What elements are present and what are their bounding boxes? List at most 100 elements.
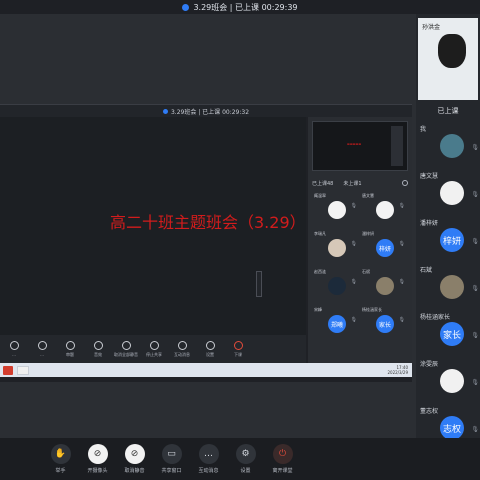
inner-pin-icon [37,341,47,350]
taskbar-clock: 17:40 2022/3/29 [387,365,408,375]
inner-participant[interactable]: 唐文慧 🎙 [360,191,408,229]
inner-participant[interactable]: 石斌 🎙 [360,267,408,305]
inner-hand-icon [9,341,19,350]
inner-gear-icon [205,340,215,350]
meeting-title: 3.29班会 | 已上课 00:29:39 [193,2,298,12]
inner-tool-4[interactable]: 取消全部静音 [112,335,140,363]
self-name: 孙洪金 [422,24,441,31]
mini-slide-title: ▬▬▬▬▬ [347,142,362,146]
participant-name: 杨桂涵家长 [420,314,451,321]
gear-icon: ⚙ [235,444,256,464]
mic-icon: 🎙 [471,238,479,245]
inner-tool-7[interactable]: 设置 [196,335,224,363]
participant-name: 潘梓妍 [362,231,374,236]
taskbar-app-icon[interactable] [3,365,13,375]
avatar: 梓妍 [440,228,464,252]
sidebar-participant[interactable]: 石斌 🎙 [416,263,480,310]
participant-name: 董志权 [420,408,439,415]
avatar [328,277,346,295]
inner-participant[interactable]: 宋峰郑曦 🎙 [312,305,360,343]
toolbar-label: 离开课堂 [272,468,293,474]
inner-participant[interactable]: 李瑞凡 🎙 [312,229,360,267]
inner-tool-label: 取消全部静音 [114,351,138,357]
inner-tool-8[interactable]: 下课 [224,335,252,363]
inner-tool-5[interactable]: 停止共享 [140,335,168,363]
power-icon: ⏻ [272,444,293,464]
inner-tool-label: 音效 [94,351,102,357]
inner-participant[interactable]: 杨桂涵家长 家长 🎙 [360,305,408,343]
participant-name: 臧温翠 [314,193,326,198]
participant-name: 宋峰 [314,307,322,312]
mic-icon: 🎙 [471,379,479,386]
avatar [376,201,394,219]
sidebar-participant[interactable]: 涂雯辰 🎙 [416,357,480,404]
avatar: 郑曦 [328,315,346,333]
chat-button[interactable]: … 互动消息 [190,444,227,474]
toolbar-label: 互动消息 [198,468,219,474]
participant-name: 石斌 [420,267,433,274]
share-window-button[interactable]: ▭ 共享窗口 [153,444,190,474]
clock-date: 2022/3/29 [387,370,408,375]
participant-name: 我 [420,126,427,133]
slide-area: 高二十班主题班会（3.29） [0,117,306,335]
mic-icon: 🎙 [350,203,357,209]
unmute-button[interactable]: ⊘ 取消静音 [116,444,153,474]
avatar [440,369,464,393]
shared-screen-window: 3.29班会 | 已上课 00:29:32 高二十班主题班会（3.29） ...… [0,104,412,382]
sidebar-participant[interactable]: 我 🎙 [416,122,480,169]
video-face [438,34,466,68]
camera-button[interactable]: ⊘ 开摄像头 [79,444,116,474]
inner-participant[interactable]: 赵西涟 🎙 [312,267,360,305]
inner-toolbar: ... ... 审题 音效 取消全部静音 停止共享 互动消息 设置 下课 [0,335,306,363]
self-video[interactable]: 孙洪金 [418,18,478,100]
inner-tool-3[interactable]: 音效 [84,335,112,363]
participant-name: 赵西涟 [314,269,326,274]
sidebar-participant[interactable]: 杨桂涵家长 家长 🎙 [416,310,480,357]
inner-tool-label: 设置 [206,351,214,357]
toolbar-label: 共享窗口 [161,468,182,474]
taskbar-window-icon[interactable] [17,365,29,375]
inner-tool-2[interactable]: 审题 [56,335,84,363]
inner-participant[interactable]: 潘梓妍 梓妍 🎙 [360,229,408,267]
inner-panel-tab-absent[interactable]: 未上课1 [343,180,361,187]
settings-button[interactable]: ⚙ 设置 [227,444,264,474]
mic-icon: 🎙 [350,279,357,285]
mic-icon: 🎙 [471,285,479,292]
mic-icon: 🎙 [350,317,357,323]
screen-share-icon: ▭ [161,444,182,464]
mic-icon: 🎙 [471,191,479,198]
search-icon[interactable] [402,180,408,186]
inner-tool-6[interactable]: 互动消息 [168,335,196,363]
inner-participant[interactable]: 臧温翠 🎙 [312,191,360,229]
toolbar-label: 举手 [55,468,66,474]
inner-tool-label: 下课 [234,351,242,357]
inner-meeting-title: 3.29班会 | 已上课 00:29:32 [170,108,250,116]
inner-tool-label: 停止共享 [146,351,162,357]
inner-tool-0[interactable]: ... [0,335,28,363]
camera-icon: ⊘ [87,444,108,464]
inner-tool-label: 审题 [66,351,74,357]
toolbar-label: 取消静音 [124,468,145,474]
toolbar-label: 开摄像头 [87,468,108,474]
leave-button[interactable]: ⏻ 离开课堂 [264,444,301,474]
participant-name: 杨桂涵家长 [362,307,382,312]
participant-name: 石斌 [362,269,370,274]
mic-icon: 🎙 [398,241,405,247]
inner-tool-1[interactable]: ... [28,335,56,363]
inner-sound-icon [93,340,103,350]
inner-participant-grid: 臧温翠 🎙 唐文慧 🎙 李瑞凡 🎙 潘梓妍 梓妍 🎙 赵西涟 🎙 石斌 🎙 宋峰 郑曦 🎙 杨桂涵… [312,191,408,343]
avatar [440,181,464,205]
raise-hand-button[interactable]: ✋ 举手 [42,444,79,474]
sidebar-participant[interactable]: 潘梓妍 梓妍 🎙 [416,216,480,263]
inner-participants-panel: ▬▬▬▬▬ 已上课48 未上课1 臧温翠 🎙 唐文慧 🎙 李瑞凡 🎙 潘梓妍 梓妍 🎙 赵… [308,117,412,363]
sidebar-participant-list: 我 🎙 唐文慧 🎙 潘梓妍 梓妍 🎙 石斌 🎙 杨桂涵家长 家长 🎙 涂雯辰 🎙 董志权 志权 🎙 [416,122,480,451]
inner-screen-share-icon [149,340,159,350]
chat-icon: … [198,444,219,464]
slide-scrollbar[interactable] [256,271,262,297]
inner-panel-tab-joined[interactable]: 已上课48 [312,180,333,187]
mini-preview: ▬▬▬▬▬ [312,121,408,171]
inner-mic-icon [121,340,131,350]
main-stage: 3.29班会 | 已上课 00:29:32 高二十班主题班会（3.29） ...… [0,14,416,450]
sidebar-participant[interactable]: 唐文慧 🎙 [416,169,480,216]
mic-icon: 🎙 [471,426,479,433]
